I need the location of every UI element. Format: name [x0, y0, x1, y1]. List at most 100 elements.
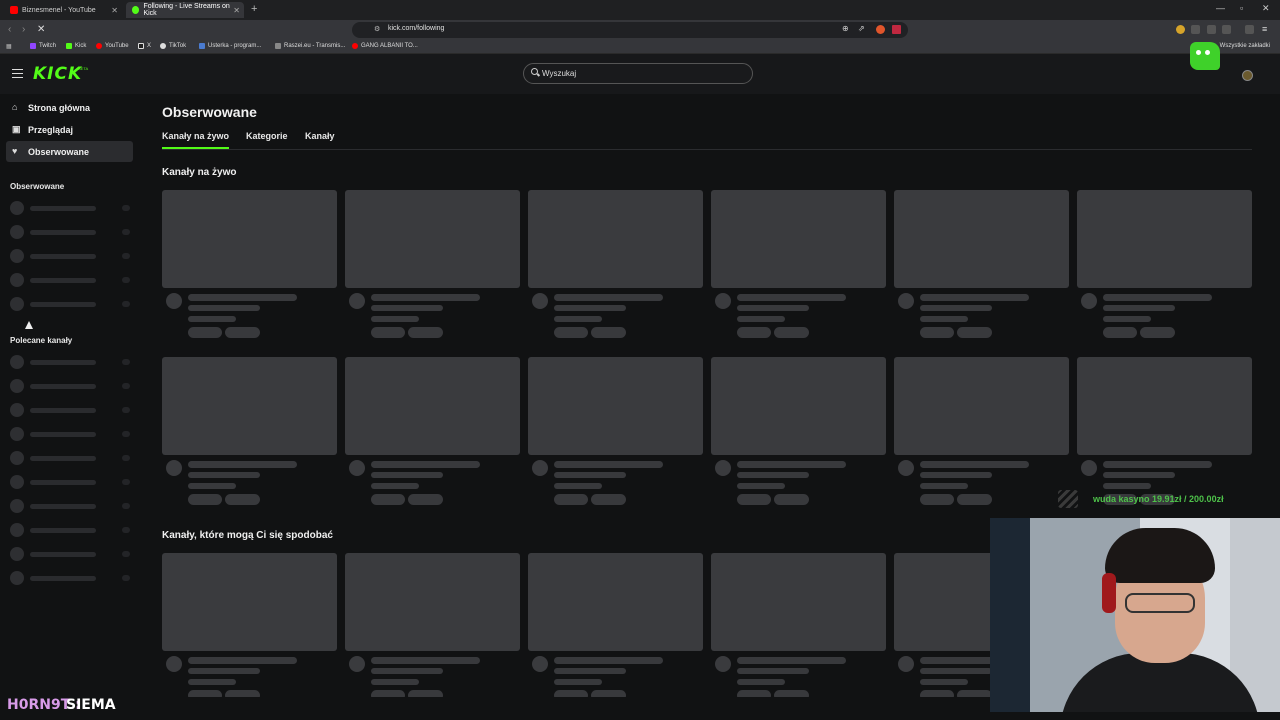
stream-card-skeleton[interactable] [711, 553, 886, 705]
skeleton-placeholder [10, 451, 24, 465]
skeleton-placeholder [371, 483, 419, 489]
stream-card-skeleton[interactable] [711, 190, 886, 342]
kick-logo[interactable]: KICK [33, 64, 82, 84]
extensions-puzzle-icon[interactable] [1207, 25, 1216, 34]
skeleton-placeholder [10, 523, 24, 537]
thumbnail-placeholder [1077, 357, 1252, 455]
bookmark-tiktok[interactable]: TikTok [160, 43, 186, 49]
tab-live-channels[interactable]: Kanały na żywo [162, 131, 229, 141]
media-icon[interactable] [1245, 25, 1254, 34]
skeleton-placeholder [225, 494, 260, 505]
forward-icon[interactable]: › [22, 24, 25, 35]
zoom-icon[interactable]: ⊕ [842, 24, 849, 33]
hamburger-menu-icon[interactable] [12, 69, 23, 78]
skeleton-placeholder [532, 656, 548, 672]
close-icon[interactable]: ✕ [233, 6, 240, 15]
thumbnail-placeholder [711, 357, 886, 455]
skeleton-placeholder [122, 431, 130, 437]
stream-card-skeleton[interactable] [345, 190, 520, 342]
webcam-overlay [990, 518, 1280, 712]
thumbnail-placeholder [894, 190, 1069, 288]
bookmarks-bar [0, 40, 1280, 54]
skeleton-placeholder [10, 249, 24, 263]
skeleton-placeholder [554, 472, 626, 478]
skeleton-placeholder [371, 668, 443, 674]
site-info-icon[interactable]: ⚙ [374, 25, 380, 33]
stream-card-skeleton[interactable] [1077, 357, 1252, 509]
close-icon[interactable]: ✕ [111, 6, 118, 15]
skeleton-placeholder [920, 461, 1029, 468]
bookmark-youtube[interactable]: YouTube [96, 43, 129, 49]
skeleton-placeholder [715, 656, 731, 672]
skeleton-placeholder [737, 294, 846, 301]
extension-icon[interactable] [1191, 25, 1200, 34]
bookmark-kick[interactable]: Kick [66, 43, 86, 49]
channel-skeleton-row [10, 379, 135, 393]
skeleton-placeholder [898, 656, 914, 672]
skeleton-placeholder [1081, 293, 1097, 309]
skeleton-placeholder [188, 657, 297, 664]
extension-icon[interactable] [1176, 25, 1185, 34]
stream-card-skeleton[interactable] [528, 553, 703, 705]
stream-card-skeleton[interactable] [345, 553, 520, 705]
window-close-icon[interactable]: ✕ [1262, 3, 1270, 14]
skeleton-placeholder [10, 403, 24, 417]
stream-card-skeleton[interactable] [894, 357, 1069, 509]
stop-loading-icon[interactable]: ✕ [37, 24, 45, 35]
new-tab-button[interactable]: + [251, 3, 257, 15]
stream-card-skeleton[interactable] [894, 190, 1069, 342]
menu-icon[interactable]: ≡ [1262, 24, 1267, 34]
search-placeholder[interactable]: Wyszukaj [542, 69, 576, 78]
maximize-icon[interactable]: ▫ [1240, 3, 1243, 13]
url-text[interactable]: kick.com/following [388, 25, 444, 32]
tab-categories[interactable]: Kategorie [246, 131, 288, 141]
skeleton-placeholder [371, 472, 443, 478]
apps-icon[interactable]: ▦ [6, 43, 12, 50]
x-icon [138, 43, 144, 49]
stream-card-skeleton[interactable] [345, 357, 520, 509]
back-icon[interactable]: ‹ [8, 24, 11, 35]
skeleton-placeholder [122, 301, 130, 307]
skeleton-placeholder [1103, 316, 1151, 322]
stream-card-skeleton[interactable] [162, 357, 337, 509]
skeleton-placeholder [554, 294, 663, 301]
bookmark-label: X [147, 43, 152, 49]
sidebar-item-following[interactable]: ♥ Obserwowane [6, 141, 133, 162]
bookmark-x[interactable]: X [138, 43, 151, 49]
user-avatar[interactable] [1242, 70, 1253, 81]
skeleton-placeholder [10, 427, 24, 441]
tab-kick-following[interactable]: Following - Live Streams on Kick ✕ [126, 2, 244, 18]
thumbnail-placeholder [162, 357, 337, 455]
tab-channels[interactable]: Kanały [305, 131, 335, 141]
bookmark-raszei[interactable]: Raszei.eu - Transmis... [275, 43, 345, 49]
stream-card-skeleton[interactable] [528, 357, 703, 509]
skeleton-placeholder [920, 327, 954, 338]
rewards-icon[interactable] [892, 25, 901, 34]
stream-card-skeleton[interactable] [1077, 190, 1252, 342]
tab-youtube[interactable]: Biznesmenel - YouTube ✕ [4, 2, 122, 18]
minimize-icon[interactable]: — [1216, 3, 1225, 13]
skeleton-placeholder [554, 316, 602, 322]
skeleton-placeholder [1103, 327, 1137, 338]
skeleton-placeholder [122, 253, 130, 259]
brave-shield-icon[interactable] [876, 25, 885, 34]
sidebar-item-home[interactable]: ⌂ Strona główna [6, 97, 133, 118]
sidebar-item-browse[interactable]: ▣ Przeglądaj [6, 119, 133, 140]
share-icon[interactable]: ⇗ [858, 24, 865, 33]
skeleton-placeholder [10, 201, 24, 215]
stream-card-skeleton[interactable] [162, 553, 337, 705]
stream-card-skeleton[interactable] [528, 190, 703, 342]
sidebar-icon[interactable] [1222, 25, 1231, 34]
bookmark-twitch[interactable]: Twitch [30, 43, 56, 49]
skeleton-placeholder [737, 461, 846, 468]
skeleton-placeholder [122, 479, 130, 485]
bookmark-usterka[interactable]: Usterka - program... [199, 43, 261, 49]
all-bookmarks[interactable]: Wszystkie zakładki [1220, 43, 1270, 49]
channel-skeleton-row [10, 451, 135, 465]
channel-skeleton-row [10, 297, 135, 311]
stream-card-skeleton[interactable] [711, 357, 886, 509]
bookmark-gang-albanii[interactable]: GANG ALBANII TO... [352, 43, 418, 49]
skeleton-placeholder [774, 494, 809, 505]
suggested-channels-heading: Kanały, które mogą Ci się spodobać [162, 530, 333, 541]
stream-card-skeleton[interactable] [162, 190, 337, 342]
